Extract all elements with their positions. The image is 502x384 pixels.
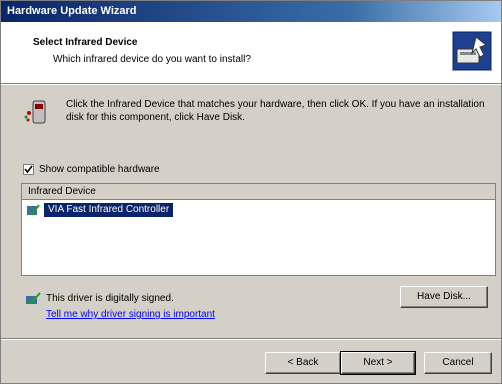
show-compatible-checkbox[interactable] — [23, 164, 34, 175]
infrared-device-list[interactable]: Infrared Device VIA Fast Infrared Contro… — [21, 183, 496, 276]
header-divider — [1, 84, 501, 85]
header-subtitle: Which infrared device do you want to ins… — [53, 54, 251, 65]
show-compatible-label[interactable]: Show compatible hardware — [39, 164, 160, 175]
title-bar[interactable]: Hardware Update Wizard — [1, 1, 501, 22]
list-item-selected[interactable]: VIA Fast Infrared Controller — [44, 203, 174, 217]
cancel-button[interactable]: Cancel — [424, 352, 492, 374]
back-button[interactable]: < Back — [265, 352, 341, 374]
have-disk-button[interactable]: Have Disk... — [400, 286, 488, 308]
next-button[interactable]: Next > — [340, 351, 416, 375]
instruction-text: Click the Infrared Device that matches y… — [66, 99, 485, 123]
wizard-header: Select Infrared Device Which infrared de… — [1, 22, 501, 84]
checkmark-icon — [24, 165, 33, 174]
signed-driver-icon — [26, 292, 41, 305]
wizard-window: Hardware Update Wizard Select Infrared D… — [0, 0, 502, 384]
window-title: Hardware Update Wizard — [7, 5, 137, 17]
hardware-wizard-icon — [452, 31, 492, 71]
button-divider — [1, 338, 501, 340]
infrared-device-icon — [24, 100, 46, 124]
signed-driver-icon — [27, 204, 40, 216]
driver-signing-link[interactable]: Tell me why driver signing is important — [46, 309, 215, 320]
driver-signed-status: This driver is digitally signed. — [46, 293, 174, 304]
column-header-label: Infrared Device — [28, 186, 96, 197]
column-header-infrared-device[interactable]: Infrared Device — [22, 184, 495, 200]
header-title: Select Infrared Device — [33, 37, 138, 48]
